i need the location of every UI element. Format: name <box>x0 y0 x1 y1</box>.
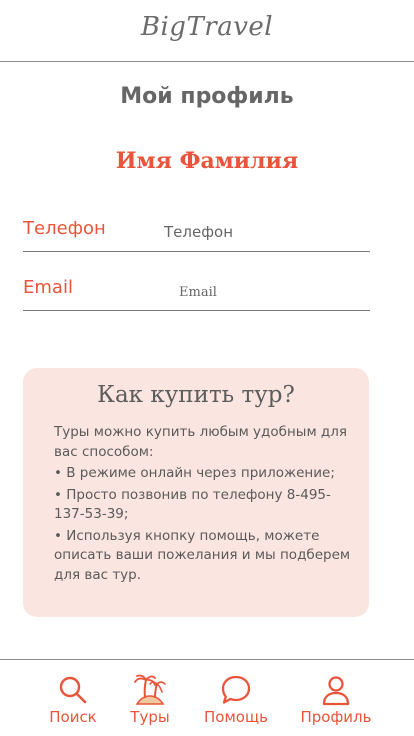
search-icon <box>59 676 87 704</box>
email-field-row: Email <box>23 267 370 311</box>
nav-tours-label: Туры <box>130 708 170 726</box>
how-to-buy-item-online: • В режиме онлайн через приложение; <box>54 465 335 481</box>
app-header: BigTravel <box>0 0 414 62</box>
how-to-buy-text: Туры можно купить любым удобным для вас … <box>54 423 354 587</box>
how-to-buy-item-help: • Используя кнопку помощь, можете описат… <box>54 527 351 583</box>
app-logo: BigTravel <box>140 12 274 42</box>
phone-label: Телефон <box>23 218 106 239</box>
how-to-buy-intro: Туры можно купить любым удобным для вас … <box>54 424 347 460</box>
nav-profile-button[interactable]: Профиль <box>296 674 376 726</box>
email-input[interactable] <box>179 280 369 304</box>
how-to-buy-item-phone: • Просто позвонив по телефону 8-495-137-… <box>54 486 331 523</box>
user-name: Имя Фамилия <box>115 148 299 174</box>
bottom-nav: Поиск Туры Помощь Профиль <box>0 659 414 736</box>
nav-profile-label: Профиль <box>300 708 372 726</box>
nav-search-label: Поиск <box>49 708 97 726</box>
nav-help-label: Помощь <box>204 708 268 726</box>
chat-bubble-icon <box>221 675 251 704</box>
nav-tours-button[interactable]: Туры <box>124 674 176 726</box>
user-icon <box>322 676 350 706</box>
how-to-buy-card: Как купить тур? Туры можно купить любым … <box>23 368 369 617</box>
nav-help-button[interactable]: Помощь <box>200 674 272 726</box>
nav-search-button[interactable]: Поиск <box>44 674 102 726</box>
page-title: Мой профиль <box>120 84 294 109</box>
how-to-buy-title: Как купить тур? <box>97 382 295 408</box>
email-label: Email <box>23 277 73 298</box>
palm-trees-icon <box>134 674 166 705</box>
phone-input[interactable] <box>164 220 364 244</box>
phone-field-row: Телефон <box>23 208 370 252</box>
